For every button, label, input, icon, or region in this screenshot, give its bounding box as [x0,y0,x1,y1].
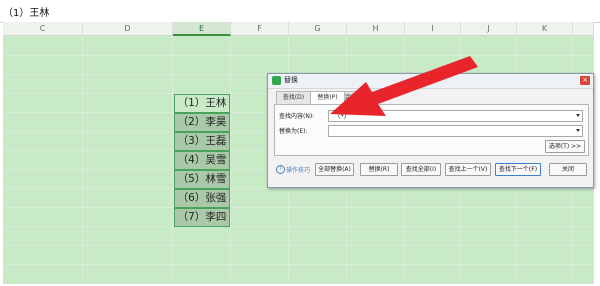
close-button[interactable]: 关闭 [549,163,587,176]
grid-line [3,188,594,189]
cell-e2[interactable]: （2）李昊 [174,113,230,132]
column-header-i[interactable]: I [405,22,461,36]
tab-goto[interactable]: 定位(G) [344,91,366,104]
cell-e3[interactable]: （3）王磊 [174,132,230,151]
cell-e1[interactable]: （1）王林 [174,94,230,113]
cell-e4[interactable]: （4）吴雪 [174,151,230,170]
tab-find[interactable]: 查找(D) [276,91,311,104]
column-header-j[interactable]: J [461,22,517,36]
column-header-g[interactable]: G [289,22,347,36]
tab-replace[interactable]: 替换(P) [310,91,345,105]
formula-text: （1）王林 [3,8,50,19]
dialog-title: 替换 [284,76,298,84]
tips-label[interactable]: 操作技巧 [286,165,310,174]
find-all-button[interactable]: 查找全部(I) [401,163,441,176]
find-input[interactable]: （*） [328,110,583,122]
replace-button[interactable]: 替换(R) [360,163,398,176]
column-header-blank [573,22,594,36]
find-label: 查找内容(N): [279,113,315,120]
column-header-e[interactable]: E [173,22,231,36]
find-replace-dialog[interactable]: 替换 × 查找(D) 替换(P) 定位(G) 查找内容(N): （*） 替换为(… [267,73,594,188]
cell-e6[interactable]: （6）张强 [174,189,230,208]
formula-bar[interactable]: （1）王林 [0,0,600,23]
replace-tab-panel: 查找内容(N): （*） 替换为(E): 选项(T) >> [274,104,589,156]
grid-line [3,55,594,56]
column-header-f[interactable]: F [231,22,289,36]
column-header-k[interactable]: K [517,22,573,36]
cell-e7[interactable]: （7）李四 [174,208,230,227]
app-icon [272,76,281,85]
close-icon[interactable]: × [580,76,590,85]
chevron-down-icon[interactable] [576,129,580,132]
find-prev-button[interactable]: 查找上一个(V) [445,163,491,176]
chevron-down-icon[interactable] [576,114,580,117]
grid-line [3,207,594,208]
replace-label: 替换为(E): [279,128,308,135]
column-header-c[interactable]: C [3,22,83,36]
find-next-button[interactable]: 查找下一个(F) [495,163,541,176]
column-header-h[interactable]: H [347,22,405,36]
grid-line [3,264,594,265]
column-header-d[interactable]: D [83,22,173,36]
replace-all-button[interactable]: 全部替换(A) [315,163,354,176]
grid-line [3,226,594,227]
cell-e5[interactable]: （5）林雪 [174,170,230,189]
grid-line [3,245,594,246]
replace-input[interactable] [328,125,583,137]
find-value: （*） [334,112,351,120]
options-button[interactable]: 选项(T) >> [545,140,585,153]
help-icon: ? [276,165,285,174]
dialog-title-bar[interactable]: 替换 × [268,74,593,89]
